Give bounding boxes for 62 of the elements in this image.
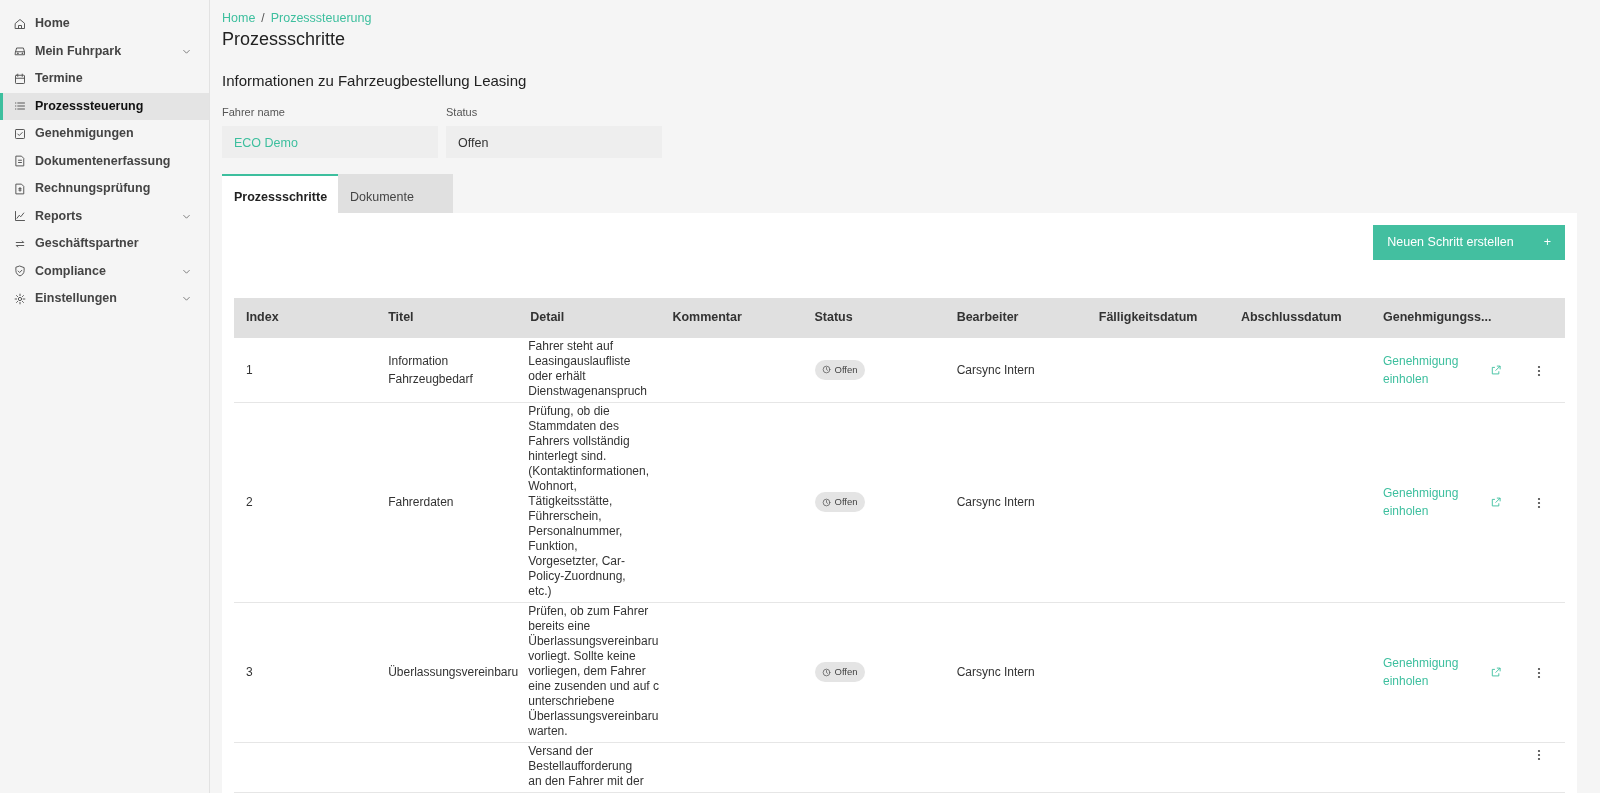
column-header: Fälligkeitsdatum xyxy=(1086,297,1229,338)
section-title: Informationen zu Fahrzeugbestellung Leasing xyxy=(222,72,528,91)
sidebar-item[interactable]: Home xyxy=(0,10,209,38)
more-options-icon[interactable] xyxy=(1537,364,1542,377)
sidebar-item[interactable]: Rechnungsprüfung xyxy=(0,175,209,203)
table-cell: Prüfung, ob die Stammdaten des Fahrers vollständig hinterlegt sind. (Kontaktinformationen, Wohnort, Tätigkeitsstätte, Führerschein, Personalnummer, Funktion, Vorgesetzter, Car- Policy-Zuordnung, etc.) xyxy=(528,403,649,598)
checkbox-icon xyxy=(14,127,26,140)
status-badge: Offen xyxy=(814,492,865,513)
car-icon xyxy=(14,45,26,58)
home-icon xyxy=(14,17,26,30)
sidebar-item[interactable]: Prozesssteuerung xyxy=(0,92,209,120)
column-header: Bearbeiter xyxy=(944,297,1087,338)
sidebar-item[interactable]: Dokumentenerfassung xyxy=(0,147,209,175)
sidebar-item[interactable]: Reports xyxy=(0,202,209,230)
list-icon xyxy=(14,100,26,113)
tab[interactable]: Dokumente xyxy=(338,173,453,213)
column-header: Status xyxy=(802,297,945,338)
table-cell: Fahrerdaten xyxy=(388,495,454,510)
table-cell: Prüfen, ob zum Fahrer bereits eine Überlassungsvereinbaru vorliegt. Sollte keine vorliegen, dem Fahrer eine zusenden und auf c unterschriebene Überlassungsvereinbaru warten. xyxy=(528,603,660,738)
column-header: Kommentar xyxy=(660,297,803,338)
column-header: Abschlussdatum xyxy=(1228,297,1371,338)
more-options-icon[interactable] xyxy=(1537,667,1542,680)
table-cell: Carsync Intern xyxy=(956,362,1035,377)
sidebar-item[interactable]: Mein Fuhrpark xyxy=(0,37,209,65)
calendar-icon xyxy=(14,72,26,85)
column-header: Index xyxy=(234,297,377,338)
sidebar-item[interactable]: Genehmigungen xyxy=(0,120,209,148)
column-header: Genehmigungss... xyxy=(1371,297,1514,338)
breadcrumb-separator: / xyxy=(261,11,265,25)
table-cell: 3 xyxy=(246,665,253,680)
tab[interactable]: Prozessschritte xyxy=(222,173,338,213)
column-header: Detail xyxy=(518,297,661,338)
sidebar-item[interactable]: Compliance xyxy=(0,257,209,285)
more-options-icon[interactable] xyxy=(1537,497,1542,510)
invoice-icon xyxy=(14,182,26,195)
table-cell: Carsync Intern xyxy=(956,495,1035,510)
clock-icon xyxy=(821,667,831,677)
gear-icon xyxy=(14,292,26,305)
sidebar-item[interactable]: Termine xyxy=(0,65,209,93)
field-value: Offen xyxy=(446,125,662,158)
field-label: Fahrer name xyxy=(222,105,286,121)
sidebar-item[interactable]: Geschäftspartner xyxy=(0,230,209,258)
table-cell: Fahrer steht auf Leasingauslaufliste oder erhält Dienstwagenanspruch xyxy=(528,338,647,398)
table-cell: Überlassungsvereinbaru xyxy=(388,665,519,680)
column-header: Titel xyxy=(376,297,519,338)
table-cell: 1 xyxy=(246,362,253,377)
table-cell: 2 xyxy=(246,495,253,510)
arrows-icon xyxy=(14,237,26,250)
clock-icon xyxy=(821,365,831,375)
document-icon xyxy=(14,155,26,168)
page-title: Prozessschritte xyxy=(222,28,347,51)
table-cell: Versand der Bestellaufforderung an den Fahrer mit der xyxy=(528,743,644,788)
status-badge: Offen xyxy=(814,359,865,380)
clock-icon xyxy=(821,497,831,507)
sidebar-item[interactable]: Einstellungen xyxy=(0,285,209,313)
table-cell: Information Fahrzeugbedarf xyxy=(388,353,473,386)
table-cell: Carsync Intern xyxy=(956,665,1035,680)
line-chart-icon xyxy=(14,210,26,223)
more-options-icon[interactable] xyxy=(1537,748,1542,761)
status-badge: Offen xyxy=(814,662,865,683)
field-label: Status xyxy=(446,105,479,121)
shield-icon xyxy=(14,265,26,278)
